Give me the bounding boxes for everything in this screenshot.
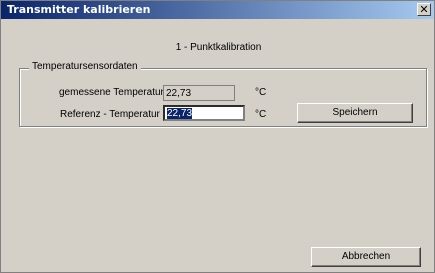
close-button[interactable]: ✕ bbox=[417, 3, 431, 16]
window-title: Transmitter kalibrieren bbox=[7, 3, 151, 16]
close-icon: ✕ bbox=[419, 3, 429, 16]
measured-temp-value: 22,73 bbox=[166, 88, 192, 99]
reference-temp-unit: °C bbox=[255, 109, 267, 120]
measured-temp-label: gemessene Temperatur bbox=[59, 87, 164, 98]
measured-temp-unit: °C bbox=[255, 87, 267, 98]
save-button[interactable]: Speichern bbox=[297, 103, 413, 123]
cancel-button[interactable]: Abbrechen bbox=[311, 247, 421, 267]
reference-temp-input[interactable]: 22,73 bbox=[163, 105, 245, 121]
reference-temp-label: Referenz - Temperatur bbox=[60, 109, 160, 120]
reference-temp-value: 22,73 bbox=[167, 108, 193, 119]
group-label: Temperatursensordaten bbox=[29, 61, 141, 72]
calibration-mode-label: 1 - Punktkalibration bbox=[175, 42, 262, 53]
dialog-window: Transmitter kalibrieren ✕ 1 - Punktkalib… bbox=[0, 0, 435, 273]
measured-temp-field: 22,73 bbox=[163, 85, 235, 101]
title-bar[interactable]: Transmitter kalibrieren ✕ bbox=[1, 1, 434, 19]
